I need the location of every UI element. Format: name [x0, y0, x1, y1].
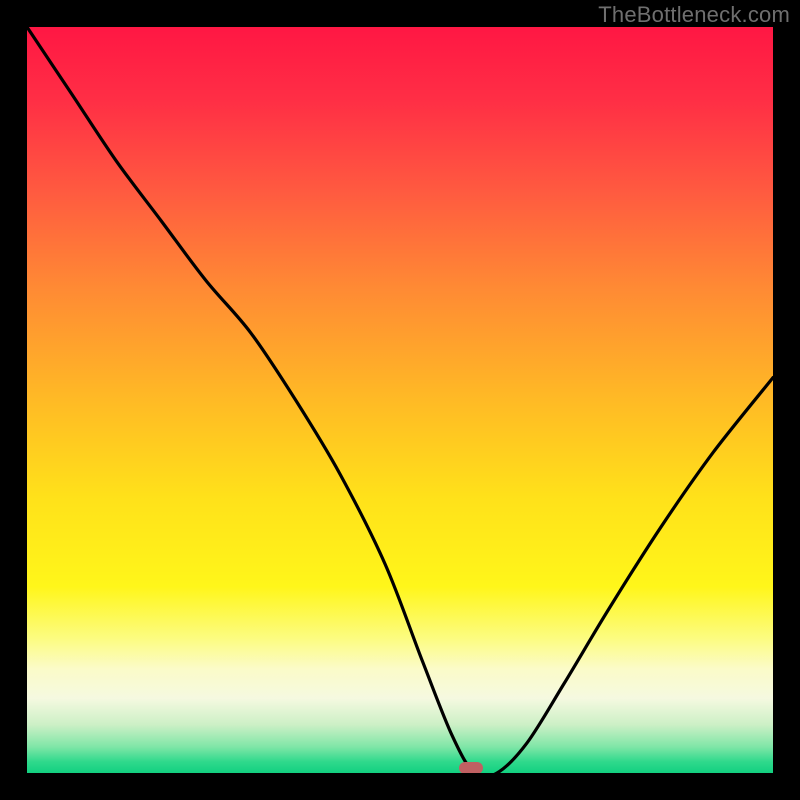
plot-area: [27, 27, 773, 773]
watermark-text: TheBottleneck.com: [598, 2, 790, 28]
bottleneck-curve: [27, 27, 773, 773]
chart-frame: TheBottleneck.com: [0, 0, 800, 800]
optimal-marker: [459, 762, 483, 773]
